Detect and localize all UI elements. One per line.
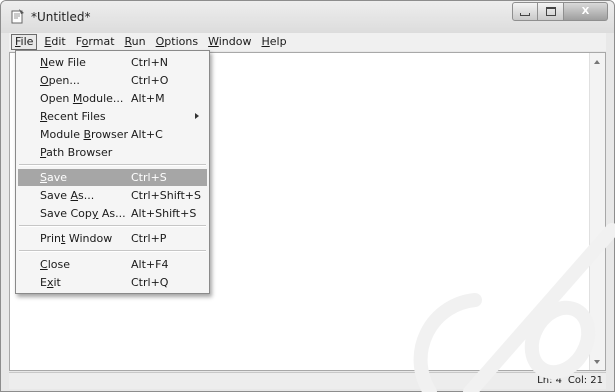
menubar-item-text: elp [269,35,287,48]
menubar-item-text: ptions [164,35,199,48]
menu-bar: File Edit Format Run Options Window Help [9,33,606,51]
menu-item-shortcut: Alt+F4 [131,258,169,271]
menubar-item-text: indow [218,35,252,48]
menu-separator [19,250,206,252]
menu-item-new-file[interactable]: New File Ctrl+N [18,54,207,71]
maximize-icon [545,7,556,16]
menu-separator [19,164,206,166]
menu-item-label: Print Window [40,232,113,245]
menu-item-exit[interactable]: Exit Ctrl+Q [18,274,207,291]
menu-item-shortcut: Ctrl+P [131,232,167,245]
menu-item-label: Open... [40,74,80,87]
menu-item-open-module[interactable]: Open Module... Alt+M [18,90,207,107]
menubar-item-text: W [208,35,219,48]
scroll-up-arrow-icon[interactable] [594,60,600,64]
menubar-item-text: dit [51,35,66,48]
menu-item-label: Exit [40,276,61,289]
menubar-item-help[interactable]: Help [256,34,291,50]
menubar-item-text: rmat [88,35,115,48]
menu-item-label: Save As... [40,189,95,202]
scroll-down-arrow-icon[interactable] [594,360,600,364]
menu-item-shortcut: Ctrl+O [131,74,169,87]
close-icon: X [581,6,590,17]
menu-item-open[interactable]: Open... Ctrl+O [18,72,207,89]
menubar-item-text: O [155,35,165,48]
menu-item-shortcut: Ctrl+S [131,171,167,184]
menubar-item-options[interactable]: Options [151,34,203,50]
menubar-item-text: un [131,35,146,48]
minimize-icon [520,13,530,16]
menubar-item-window[interactable]: Window [203,34,256,50]
menu-item-shortcut: Ctrl+N [131,56,169,69]
menubar-item-run[interactable]: Run [120,34,151,50]
menu-item-path-browser[interactable]: Path Browser [18,144,207,161]
minimize-button[interactable] [512,2,538,21]
menu-item-shortcut: Alt+Shift+S [131,207,197,220]
submenu-arrow-icon [195,113,199,119]
menu-item-save-as[interactable]: Save As... Ctrl+Shift+S [18,187,207,204]
menu-item-print-window[interactable]: Print Window Ctrl+P [18,230,207,247]
menu-item-label: Close [40,258,70,271]
menu-item-label: Path Browser [40,146,113,159]
close-button[interactable]: X [564,2,608,21]
menubar-item-text: H [261,35,270,48]
python-idle-icon [11,9,24,24]
maximize-button[interactable] [538,2,564,21]
file-menu-dropdown: New File Ctrl+N Open... Ctrl+O Open Modu… [15,50,210,294]
status-line: Ln: 4 [537,375,562,386]
menubar-item-format[interactable]: Format [71,34,120,50]
menubar-item-edit[interactable]: Edit [39,34,70,50]
menu-item-save-copy-as[interactable]: Save Copy As... Alt+Shift+S [18,205,207,222]
menubar-item-text: R [124,35,132,48]
menu-item-shortcut: Alt+M [131,92,165,105]
menu-item-label: Module Browser [40,128,129,141]
menu-item-recent-files[interactable]: Recent Files [18,108,207,125]
menu-separator [19,225,206,227]
menu-item-module-browser[interactable]: Module Browser Alt+C [18,126,207,143]
menu-item-shortcut: Alt+C [131,128,163,141]
menubar-item-text: ile [20,35,34,48]
menu-item-label: New File [40,56,86,69]
title-bar[interactable]: *Untitled* X [1,1,614,33]
vertical-scrollbar[interactable] [589,53,605,370]
status-column: Col: 21 [567,375,603,386]
menu-item-label: Recent Files [40,110,106,123]
menu-item-close[interactable]: Close Alt+F4 [18,256,207,273]
window-title: *Untitled* [31,10,91,24]
caption-buttons: X [512,2,608,21]
menu-item-label: Save Copy As... [40,207,126,220]
menu-item-save[interactable]: Save Ctrl+S [18,169,207,186]
menu-item-label: Open Module... [40,92,124,105]
menu-item-shortcut: Ctrl+Shift+S [131,189,201,202]
status-bar: Ln: 4 Col: 21 [9,372,606,389]
menu-item-shortcut: Ctrl+Q [131,276,169,289]
menu-item-label: Save [40,171,68,184]
menubar-item-file[interactable]: File [11,34,38,50]
